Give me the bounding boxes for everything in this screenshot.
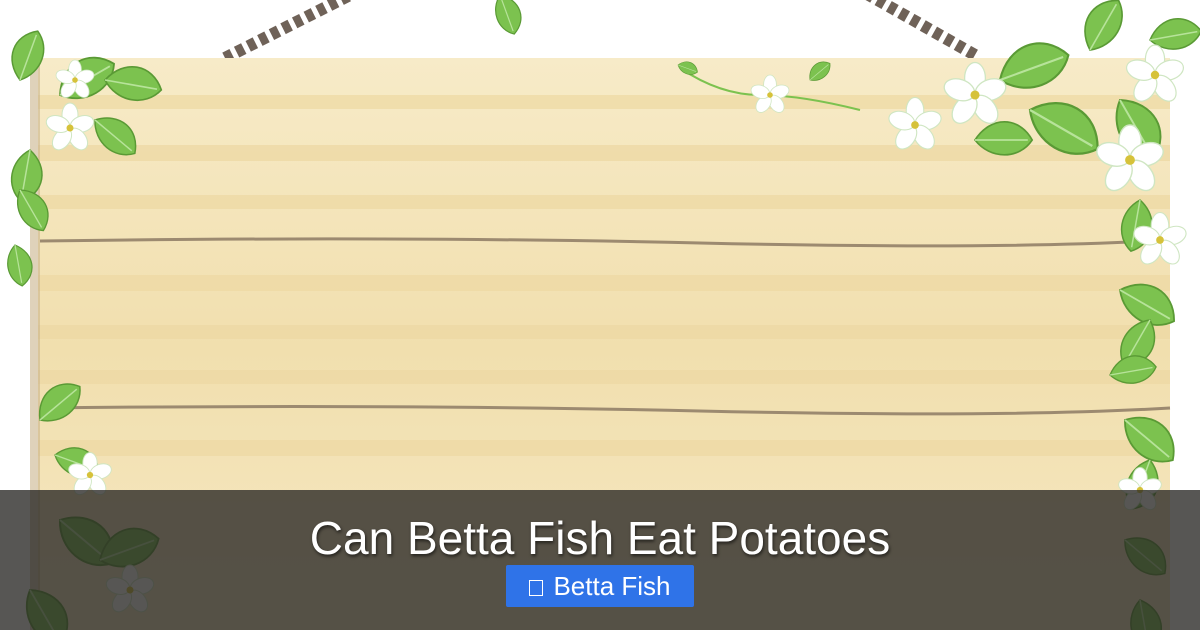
category-tag-button[interactable]: Betta Fish xyxy=(506,565,694,607)
post-title: Can Betta Fish Eat Potatoes xyxy=(309,512,891,564)
folder-icon xyxy=(529,580,544,596)
category-label: Betta Fish xyxy=(553,571,671,601)
